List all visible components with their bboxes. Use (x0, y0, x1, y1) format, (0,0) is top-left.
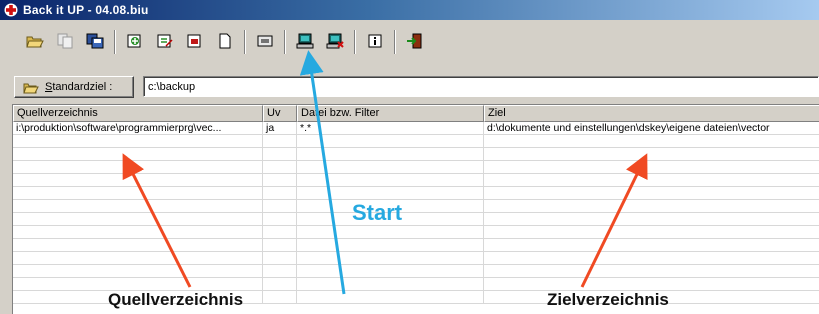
new-document-icon[interactable] (214, 30, 236, 52)
title-bar[interactable]: Back it UP - 04.08.biu (0, 0, 819, 20)
start-annotation: Start (352, 200, 403, 225)
cell-filter: *.* (297, 122, 484, 135)
empty-row (13, 226, 819, 239)
list-header: Quellverzeichnis Uv Datei bzw. Filter Zi… (13, 105, 819, 122)
window-title: Back it UP - 04.08.biu (23, 3, 149, 17)
empty-row (13, 265, 819, 278)
start-backup-icon[interactable] (254, 30, 276, 52)
delete-entry-icon[interactable] (184, 30, 206, 52)
info-icon[interactable] (364, 30, 386, 52)
computer-remove-icon[interactable] (324, 30, 346, 52)
empty-row (13, 200, 819, 213)
toolbar-separator (284, 30, 286, 54)
target-annotation: Zielverzeichnis (547, 290, 669, 309)
computer-icon[interactable] (294, 30, 316, 52)
cell-source: i:\produktion\software\programmierprg\ve… (13, 122, 263, 135)
exit-icon[interactable] (404, 30, 426, 52)
source-annotation: Quellverzeichnis (108, 290, 244, 309)
column-header-subdirs[interactable]: Uv (263, 105, 297, 122)
empty-row (13, 252, 819, 265)
empty-row (13, 239, 819, 252)
copy-disabled-icon[interactable] (54, 30, 76, 52)
open-folder-icon (23, 83, 39, 93)
app-window: Back it UP - 04.08.biu Standardziel: c:… (0, 0, 819, 314)
empty-row (13, 213, 819, 226)
cell-target: d:\dokumente und einstellungen\dskey\eig… (484, 122, 819, 135)
standard-destination-label: Standardziel : (45, 81, 113, 93)
toolbar-separator (114, 30, 116, 54)
toolbar (0, 22, 819, 68)
toolbar-separator (354, 30, 356, 54)
toolbar-separator (394, 30, 396, 54)
open-folder-icon[interactable] (24, 30, 46, 52)
empty-row (13, 187, 819, 200)
toolbar-separator (244, 30, 246, 54)
standard-destination-button[interactable]: Standardziel : (14, 76, 134, 98)
backup-list[interactable]: Quellverzeichnis Uv Datei bzw. Filter Zi… (12, 104, 819, 314)
list-rows: i:\produktion\software\programmierprg\ve… (13, 122, 819, 304)
empty-row (13, 148, 819, 161)
cell-subdirs: ja (263, 122, 297, 135)
destination-row: Standardziel : (0, 70, 819, 100)
edit-entry-icon[interactable] (154, 30, 176, 52)
table-row[interactable]: i:\produktion\software\programmierprg\ve… (13, 122, 819, 135)
empty-row (13, 135, 819, 148)
empty-row (13, 174, 819, 187)
save-icon[interactable] (84, 30, 106, 52)
column-header-target[interactable]: Ziel (484, 105, 819, 122)
column-header-source[interactable]: Quellverzeichnis (13, 105, 263, 122)
empty-row (13, 161, 819, 174)
add-entry-icon[interactable] (124, 30, 146, 52)
column-header-filter[interactable]: Datei bzw. Filter (297, 105, 484, 122)
destination-path-input[interactable] (143, 76, 819, 97)
red-cross-icon (4, 3, 18, 17)
